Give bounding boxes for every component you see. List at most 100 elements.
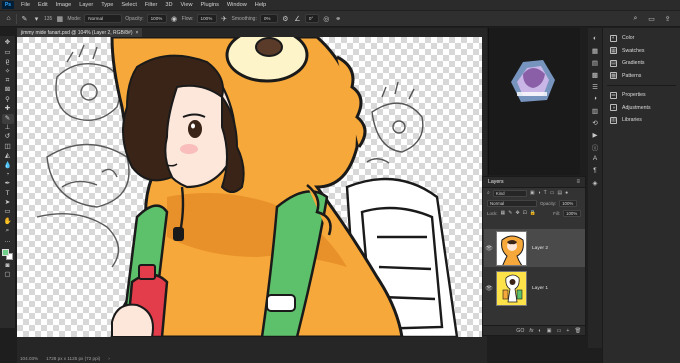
eye-icon[interactable]: 👁 xyxy=(484,245,494,252)
lasso-tool-icon[interactable]: ϱ xyxy=(2,58,14,67)
new-layer-icon[interactable]: + xyxy=(566,328,569,334)
type-filter-icon[interactable]: T xyxy=(544,190,547,196)
delete-layer-icon[interactable]: 🗑 xyxy=(574,328,581,334)
menu-help[interactable]: Help xyxy=(251,0,271,10)
crop-tool-icon[interactable]: ⌗ xyxy=(2,77,14,86)
frame-tool-icon[interactable]: ⊠ xyxy=(2,86,14,95)
move-tool-icon[interactable]: ✥ xyxy=(2,39,14,48)
opacity-field[interactable]: 100% xyxy=(146,14,167,23)
libraries-panel-icon[interactable]: ▥ xyxy=(591,106,600,115)
eye-icon[interactable]: 👁 xyxy=(484,285,494,292)
patterns-panel-icon[interactable]: ▩ xyxy=(591,70,600,79)
layers-panel-title[interactable]: Layers xyxy=(488,179,504,185)
paint-bucket-tool-icon[interactable]: ◭ xyxy=(2,152,14,161)
menu-layer[interactable]: Layer xyxy=(75,0,97,10)
foreground-color-swatch[interactable] xyxy=(1,248,9,256)
new-group-icon[interactable]: ▭ xyxy=(556,328,561,334)
blur-tool-icon[interactable]: 💧 xyxy=(2,161,14,170)
brush-tool-icon[interactable]: ✎ xyxy=(1,114,14,124)
properties-panel-icon[interactable]: ☰ xyxy=(591,82,600,91)
home-icon[interactable]: ⌂ xyxy=(4,14,13,23)
adjustment-layer-icon[interactable]: ▣ xyxy=(547,328,552,334)
panel-patterns[interactable]: ▩ Patterns xyxy=(603,70,680,83)
symmetry-icon[interactable]: ⚭ xyxy=(334,14,343,23)
fill-field[interactable]: 100% xyxy=(563,209,581,217)
history-brush-tool-icon[interactable]: ↺ xyxy=(2,133,14,142)
panel-menu-icon[interactable]: ≡ xyxy=(576,179,580,185)
shape-filter-icon[interactable]: ▭ xyxy=(550,190,555,196)
swatches-panel-icon[interactable]: ▦ xyxy=(591,46,600,55)
layer-style-icon[interactable]: fx xyxy=(529,328,533,334)
menu-edit[interactable]: Edit xyxy=(34,0,52,10)
lock-transparent-icon[interactable]: ▦ xyxy=(501,210,506,216)
more-tools-icon[interactable]: … xyxy=(2,236,14,245)
chevron-down-icon[interactable]: ▾ xyxy=(32,14,41,23)
workspace-icon[interactable]: ▭ xyxy=(647,14,656,23)
artboard-tool-icon[interactable]: ▭ xyxy=(2,48,14,57)
dodge-tool-icon[interactable]: ◔ xyxy=(2,170,14,179)
blend-mode-select[interactable]: Normal xyxy=(487,199,537,207)
zoom-level[interactable]: 104.03% xyxy=(20,356,38,361)
actions-panel-icon[interactable]: ▶ xyxy=(591,130,600,139)
layer-opacity-field[interactable]: 100% xyxy=(559,199,578,207)
menu-select[interactable]: Select xyxy=(117,0,141,10)
document-tab[interactable]: jimmy mide fanart.psd @ 104% (Layer 2, R… xyxy=(17,28,143,37)
share-icon[interactable]: ⇪ xyxy=(663,14,672,23)
add-mask-icon[interactable]: ◐ xyxy=(538,328,541,334)
mode-select[interactable]: Normal xyxy=(84,14,123,23)
lock-position-icon[interactable]: ✥ xyxy=(515,210,519,216)
adjustments-panel-icon[interactable]: ◑ xyxy=(591,94,600,103)
layers-panel-icon[interactable]: ◈ xyxy=(591,178,600,187)
path-selection-tool-icon[interactable]: ➤ xyxy=(2,199,14,208)
close-icon[interactable]: × xyxy=(136,30,139,36)
status-arrow-icon[interactable]: › xyxy=(108,356,110,361)
quick-mask-icon[interactable]: ◙ xyxy=(2,262,14,271)
pen-tool-icon[interactable]: ✒ xyxy=(2,180,14,189)
char-panel-icon[interactable]: A xyxy=(591,154,600,163)
color-panel-icon[interactable]: ◐ xyxy=(591,34,600,43)
adjustment-filter-icon[interactable]: ◑ xyxy=(538,190,541,196)
gradients-panel-icon[interactable]: ▤ xyxy=(591,58,600,67)
healing-brush-tool-icon[interactable]: ✚ xyxy=(2,105,14,114)
menu-plugins[interactable]: Plugins xyxy=(197,0,223,10)
type-tool-icon[interactable]: T xyxy=(2,189,14,198)
eyedropper-tool-icon[interactable]: ⚲ xyxy=(2,95,14,104)
smart-object-filter-icon[interactable]: ▤ xyxy=(557,190,562,196)
panel-gradients[interactable]: ▤ Gradients xyxy=(603,57,680,70)
menu-view[interactable]: View xyxy=(176,0,196,10)
menu-window[interactable]: Window xyxy=(223,0,251,10)
lock-artboard-icon[interactable]: ⊡ xyxy=(523,210,527,216)
artwork-canvas[interactable] xyxy=(17,37,482,337)
filter-toggle-icon[interactable]: ● xyxy=(565,190,568,196)
hand-tool-icon[interactable]: ✋ xyxy=(2,217,14,226)
layer-2-name[interactable]: Layer 2 xyxy=(532,246,548,251)
kind-filter-select[interactable]: Kind xyxy=(492,189,527,197)
preview-thumbnail[interactable] xyxy=(503,52,559,108)
clone-stamp-tool-icon[interactable]: ⊥ xyxy=(2,124,14,133)
airbrush-icon[interactable]: ✈ xyxy=(220,14,229,23)
angle-icon[interactable]: ∠ xyxy=(293,14,302,23)
menu-3d[interactable]: 3D xyxy=(161,0,176,10)
menu-file[interactable]: File xyxy=(17,0,34,10)
lock-all-icon[interactable]: 🔒 xyxy=(530,210,536,216)
screen-mode-icon[interactable]: ▢ xyxy=(2,271,14,280)
panel-adjustments[interactable]: ◑ Adjustments xyxy=(603,102,680,115)
photoshop-logo[interactable]: Ps xyxy=(2,1,14,9)
menu-type[interactable]: Type xyxy=(97,0,117,10)
info-panel-icon[interactable]: ⓘ xyxy=(591,142,600,152)
layer-1-name[interactable]: Layer 1 xyxy=(532,286,548,291)
panel-libraries[interactable]: ▥ Libraries xyxy=(603,114,680,127)
smoothing-settings-icon[interactable]: ⚙ xyxy=(281,14,290,23)
zoom-tool-icon[interactable]: ⌕ xyxy=(2,227,14,236)
pressure-size-icon[interactable]: ◎ xyxy=(322,14,331,23)
brush-settings-icon[interactable]: ▦ xyxy=(55,14,64,23)
menu-filter[interactable]: Filter xyxy=(141,0,161,10)
smoothing-field[interactable]: 0% xyxy=(259,14,278,23)
layer-row-layer-2[interactable]: 👁 Layer 2 xyxy=(484,229,585,267)
brush-tool-icon[interactable]: ✎ xyxy=(20,14,29,23)
paragraph-panel-icon[interactable]: ¶ xyxy=(591,166,600,175)
link-layers-icon[interactable]: GO xyxy=(516,328,524,334)
lock-pixels-icon[interactable]: ✎ xyxy=(508,210,512,216)
magic-wand-tool-icon[interactable]: ✧ xyxy=(2,67,14,76)
panel-properties[interactable]: ☰ Properties xyxy=(603,89,680,102)
